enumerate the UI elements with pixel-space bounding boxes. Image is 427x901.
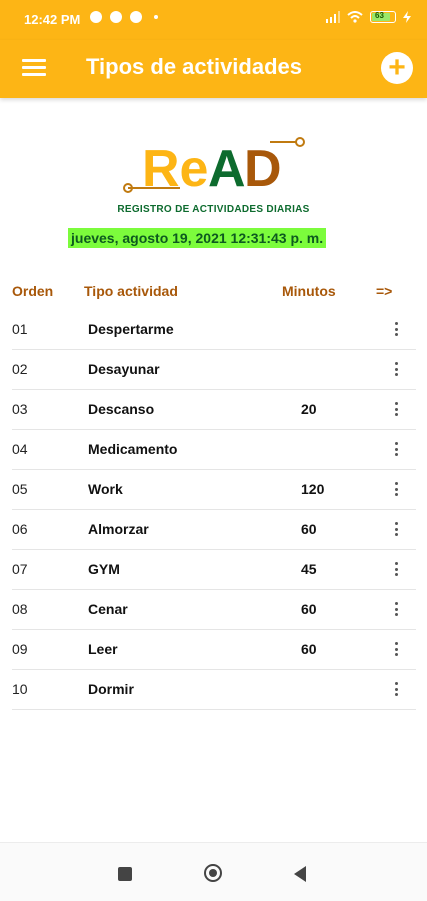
logo-re: Re bbox=[142, 140, 208, 198]
more-vert-icon[interactable] bbox=[392, 562, 400, 576]
row-orden: 01 bbox=[12, 321, 28, 337]
status-bar: 12:42 PM 63 bbox=[0, 0, 427, 40]
charging-icon bbox=[403, 11, 411, 23]
more-vert-icon[interactable] bbox=[392, 322, 400, 336]
row-minutos: 20 bbox=[301, 401, 317, 417]
blocked-icon bbox=[130, 11, 142, 23]
row-tipo: Medicamento bbox=[88, 441, 178, 457]
dot-icon bbox=[154, 15, 158, 19]
row-tipo: Despertarme bbox=[88, 321, 174, 337]
page-title: Tipos de actividades bbox=[86, 54, 303, 79]
more-vert-icon[interactable] bbox=[392, 402, 400, 416]
more-vert-icon[interactable] bbox=[392, 642, 400, 656]
row-tipo: Dormir bbox=[88, 681, 134, 697]
back-triangle-icon[interactable] bbox=[294, 866, 306, 882]
notification-icon bbox=[90, 11, 102, 23]
row-orden: 03 bbox=[12, 401, 28, 417]
system-nav-bar bbox=[0, 842, 427, 901]
more-vert-icon[interactable] bbox=[392, 442, 400, 456]
logo-d: D bbox=[244, 140, 282, 198]
more-vert-icon[interactable] bbox=[392, 522, 400, 536]
add-activity-button[interactable]: + bbox=[381, 52, 413, 84]
table-header: Orden Tipo actividad Minutos => bbox=[12, 270, 416, 310]
table-row[interactable]: 09 Leer 60 bbox=[12, 630, 416, 670]
row-orden: 10 bbox=[12, 681, 28, 697]
row-tipo: Work bbox=[88, 481, 123, 497]
row-minutos: 60 bbox=[301, 641, 317, 657]
row-orden: 04 bbox=[12, 441, 28, 457]
hamburger-menu-icon[interactable] bbox=[22, 56, 46, 80]
status-notification-icons bbox=[90, 11, 158, 23]
table-row[interactable]: 10 Dormir bbox=[12, 670, 416, 710]
row-tipo: GYM bbox=[88, 561, 120, 577]
row-minutos: 120 bbox=[301, 481, 325, 497]
app-bar: Tipos de actividades + bbox=[0, 40, 427, 98]
logo-tagline: REGISTRO DE ACTIVIDADES DIARIAS bbox=[117, 204, 310, 215]
recents-square-icon[interactable] bbox=[118, 867, 132, 881]
table-row[interactable]: 08 Cenar 60 bbox=[12, 590, 416, 630]
table-row[interactable]: 03 Descanso 20 bbox=[12, 390, 416, 430]
home-circle-icon[interactable] bbox=[204, 864, 222, 882]
table-row[interactable]: 06 Almorzar 60 bbox=[12, 510, 416, 550]
header-minutos: Minutos bbox=[282, 283, 336, 299]
more-vert-icon[interactable] bbox=[392, 682, 400, 696]
header-tipo-actividad: Tipo actividad bbox=[84, 283, 178, 299]
current-datetime: jueves, agosto 19, 2021 12:31:43 p. m. bbox=[68, 228, 327, 248]
row-tipo: Cenar bbox=[88, 601, 128, 617]
more-vert-icon[interactable] bbox=[392, 482, 400, 496]
more-vert-icon[interactable] bbox=[392, 602, 400, 616]
activity-types-table: Orden Tipo actividad Minutos => 01 Despe… bbox=[12, 270, 416, 710]
read-logo: Re A D bbox=[123, 137, 305, 198]
table-row[interactable]: 01 Despertarme bbox=[12, 310, 416, 350]
row-tipo: Descanso bbox=[88, 401, 155, 417]
row-minutos: 60 bbox=[301, 601, 317, 617]
row-tipo: Leer bbox=[88, 641, 118, 657]
table-row[interactable]: 05 Work 120 bbox=[12, 470, 416, 510]
plus-icon: + bbox=[388, 51, 406, 84]
row-tipo: Desayunar bbox=[88, 361, 160, 377]
row-minutos: 45 bbox=[301, 561, 317, 577]
header-orden: Orden bbox=[12, 283, 54, 299]
row-orden: 02 bbox=[12, 361, 28, 377]
logo-a: A bbox=[208, 140, 246, 198]
row-tipo: Almorzar bbox=[88, 521, 149, 537]
header-arrow: => bbox=[376, 283, 393, 299]
table-row[interactable]: 07 GYM 45 bbox=[12, 550, 416, 590]
more-vert-icon[interactable] bbox=[392, 362, 400, 376]
row-orden: 09 bbox=[12, 641, 28, 657]
row-orden: 07 bbox=[12, 561, 28, 577]
row-orden: 08 bbox=[12, 601, 28, 617]
battery-level: 63 bbox=[375, 11, 384, 20]
row-orden: 06 bbox=[12, 521, 28, 537]
table-row[interactable]: 02 Desayunar bbox=[12, 350, 416, 390]
row-orden: 05 bbox=[12, 481, 28, 497]
wifi-icon bbox=[347, 11, 363, 23]
battery-icon: 63 bbox=[370, 11, 396, 23]
status-time: 12:42 PM bbox=[24, 12, 81, 27]
signal-icon bbox=[326, 11, 340, 23]
table-row[interactable]: 04 Medicamento bbox=[12, 430, 416, 470]
status-system-icons: 63 bbox=[326, 11, 411, 23]
row-minutos: 60 bbox=[301, 521, 317, 537]
sync-icon bbox=[110, 11, 122, 23]
